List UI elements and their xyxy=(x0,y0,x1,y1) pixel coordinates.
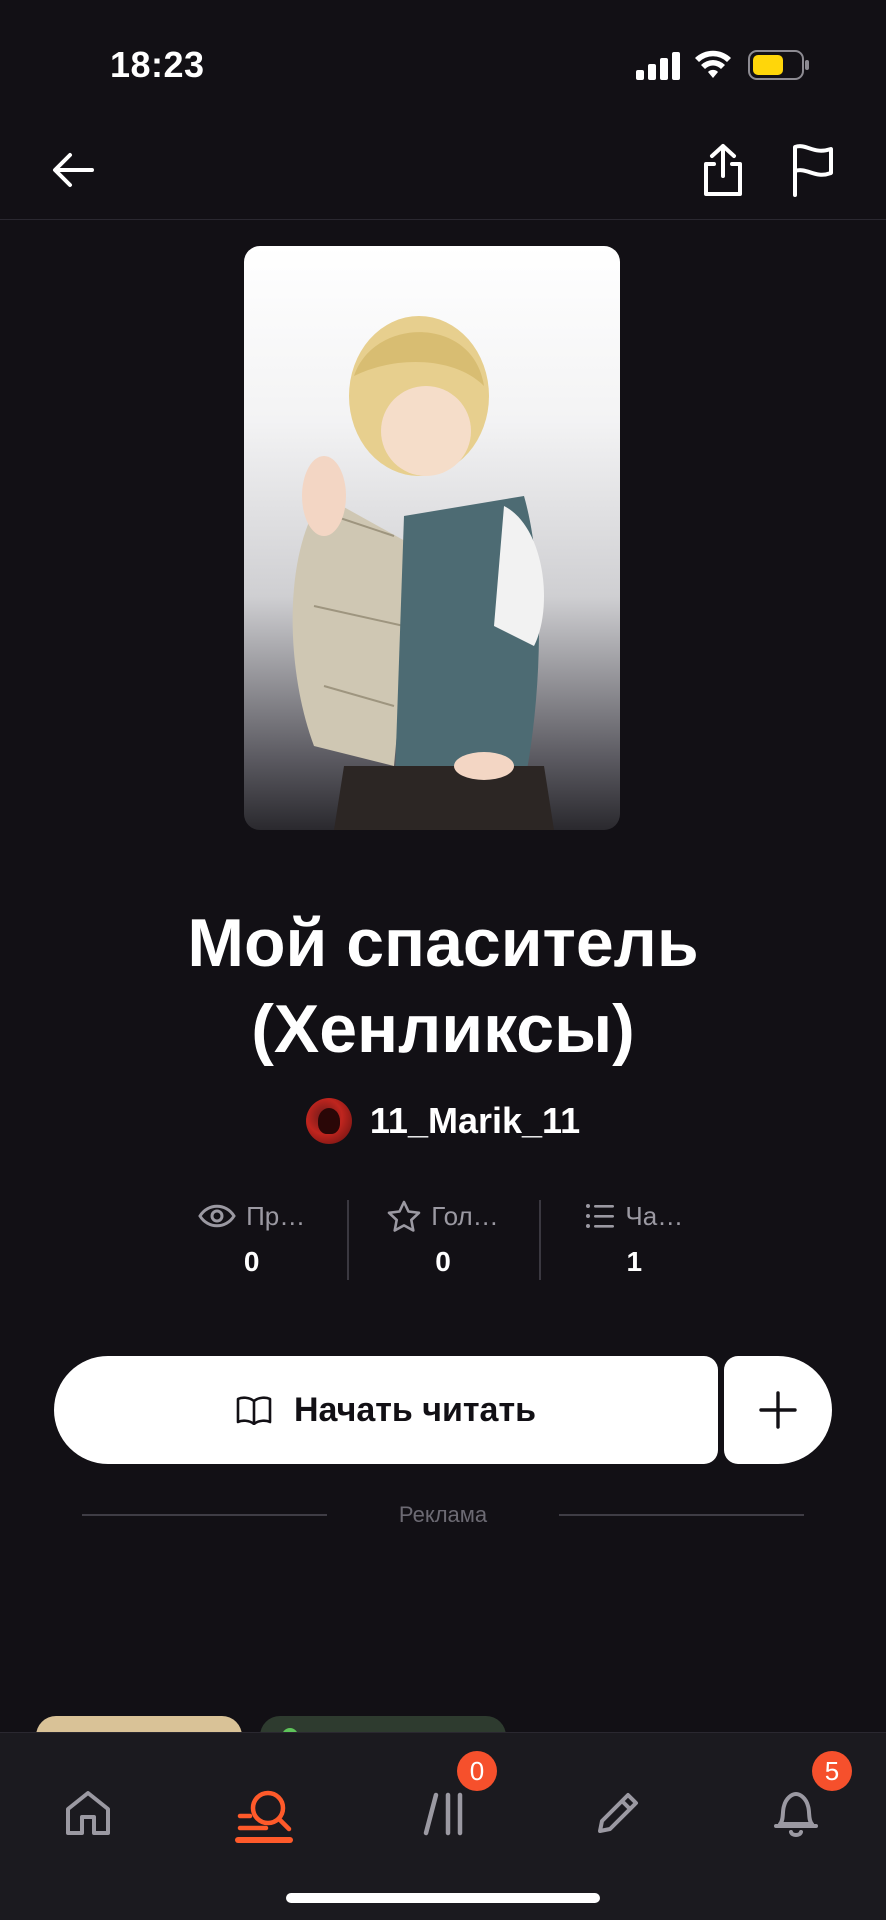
add-to-library-button[interactable] xyxy=(724,1356,832,1464)
tab-notifications[interactable]: 5 xyxy=(746,1751,852,1863)
cover-illustration xyxy=(292,316,554,830)
ad-divider: Реклама xyxy=(82,1502,804,1528)
battery-icon xyxy=(748,50,809,80)
tab-library[interactable]: 0 xyxy=(395,1751,497,1863)
book-stats: Пр… 0 Гол… 0 Ча… 1 xyxy=(156,1196,730,1286)
stat-votes: Гол… 0 xyxy=(347,1196,538,1286)
author-link[interactable]: 11_Marik_11 xyxy=(0,1098,886,1144)
stat-value: 1 xyxy=(626,1246,643,1277)
stat-value: 0 xyxy=(435,1246,451,1277)
tab-write[interactable] xyxy=(568,1763,668,1863)
book-icon xyxy=(236,1396,272,1425)
book-title: Мой спаситель (Хенликсы) xyxy=(187,905,699,1067)
stat-value: 0 xyxy=(243,1246,260,1277)
list-icon xyxy=(586,1204,615,1228)
signal-icon xyxy=(636,52,680,80)
tab-home[interactable] xyxy=(38,1763,138,1863)
plus-icon xyxy=(759,1391,797,1429)
pencil-icon xyxy=(598,1793,638,1833)
library-icon xyxy=(423,1792,463,1836)
stat-label: Ча… xyxy=(625,1200,684,1231)
stat-label: Пр… xyxy=(246,1200,306,1231)
ad-label: Реклама xyxy=(398,1502,488,1527)
bell-icon xyxy=(774,1792,818,1837)
top-navigation xyxy=(0,120,886,220)
author-name: 11_Marik_11 xyxy=(369,1100,581,1141)
search-icon xyxy=(237,1790,292,1832)
divider-line xyxy=(559,1514,804,1516)
library-badge: 0 xyxy=(457,1751,497,1791)
start-reading-label: Начать читать xyxy=(293,1390,537,1429)
status-bar: 18:23 xyxy=(0,0,886,120)
book-cover[interactable] xyxy=(244,246,620,830)
eye-icon xyxy=(198,1204,236,1228)
stat-chapters: Ча… 1 xyxy=(538,1196,730,1286)
home-icon xyxy=(66,1791,110,1835)
avatar xyxy=(305,1098,352,1144)
back-arrow-icon xyxy=(53,153,94,187)
report-button[interactable] xyxy=(778,135,848,205)
share-icon xyxy=(704,144,742,196)
tab-search[interactable] xyxy=(215,1763,315,1863)
stat-views: Пр… 0 xyxy=(156,1196,347,1286)
divider-line xyxy=(82,1514,327,1516)
stat-label: Гол… xyxy=(431,1200,499,1231)
share-button[interactable] xyxy=(688,135,758,205)
active-tab-indicator xyxy=(235,1837,293,1843)
status-time: 18:23 xyxy=(110,44,205,85)
start-reading-button[interactable]: Начать читать xyxy=(54,1356,718,1464)
home-indicator xyxy=(286,1893,600,1903)
star-icon xyxy=(387,1200,421,1232)
flag-icon xyxy=(793,144,833,197)
notifications-badge: 5 xyxy=(812,1751,852,1791)
back-button[interactable] xyxy=(38,135,108,205)
wifi-icon xyxy=(695,50,731,78)
tab-bar: 0 5 xyxy=(0,1732,886,1920)
